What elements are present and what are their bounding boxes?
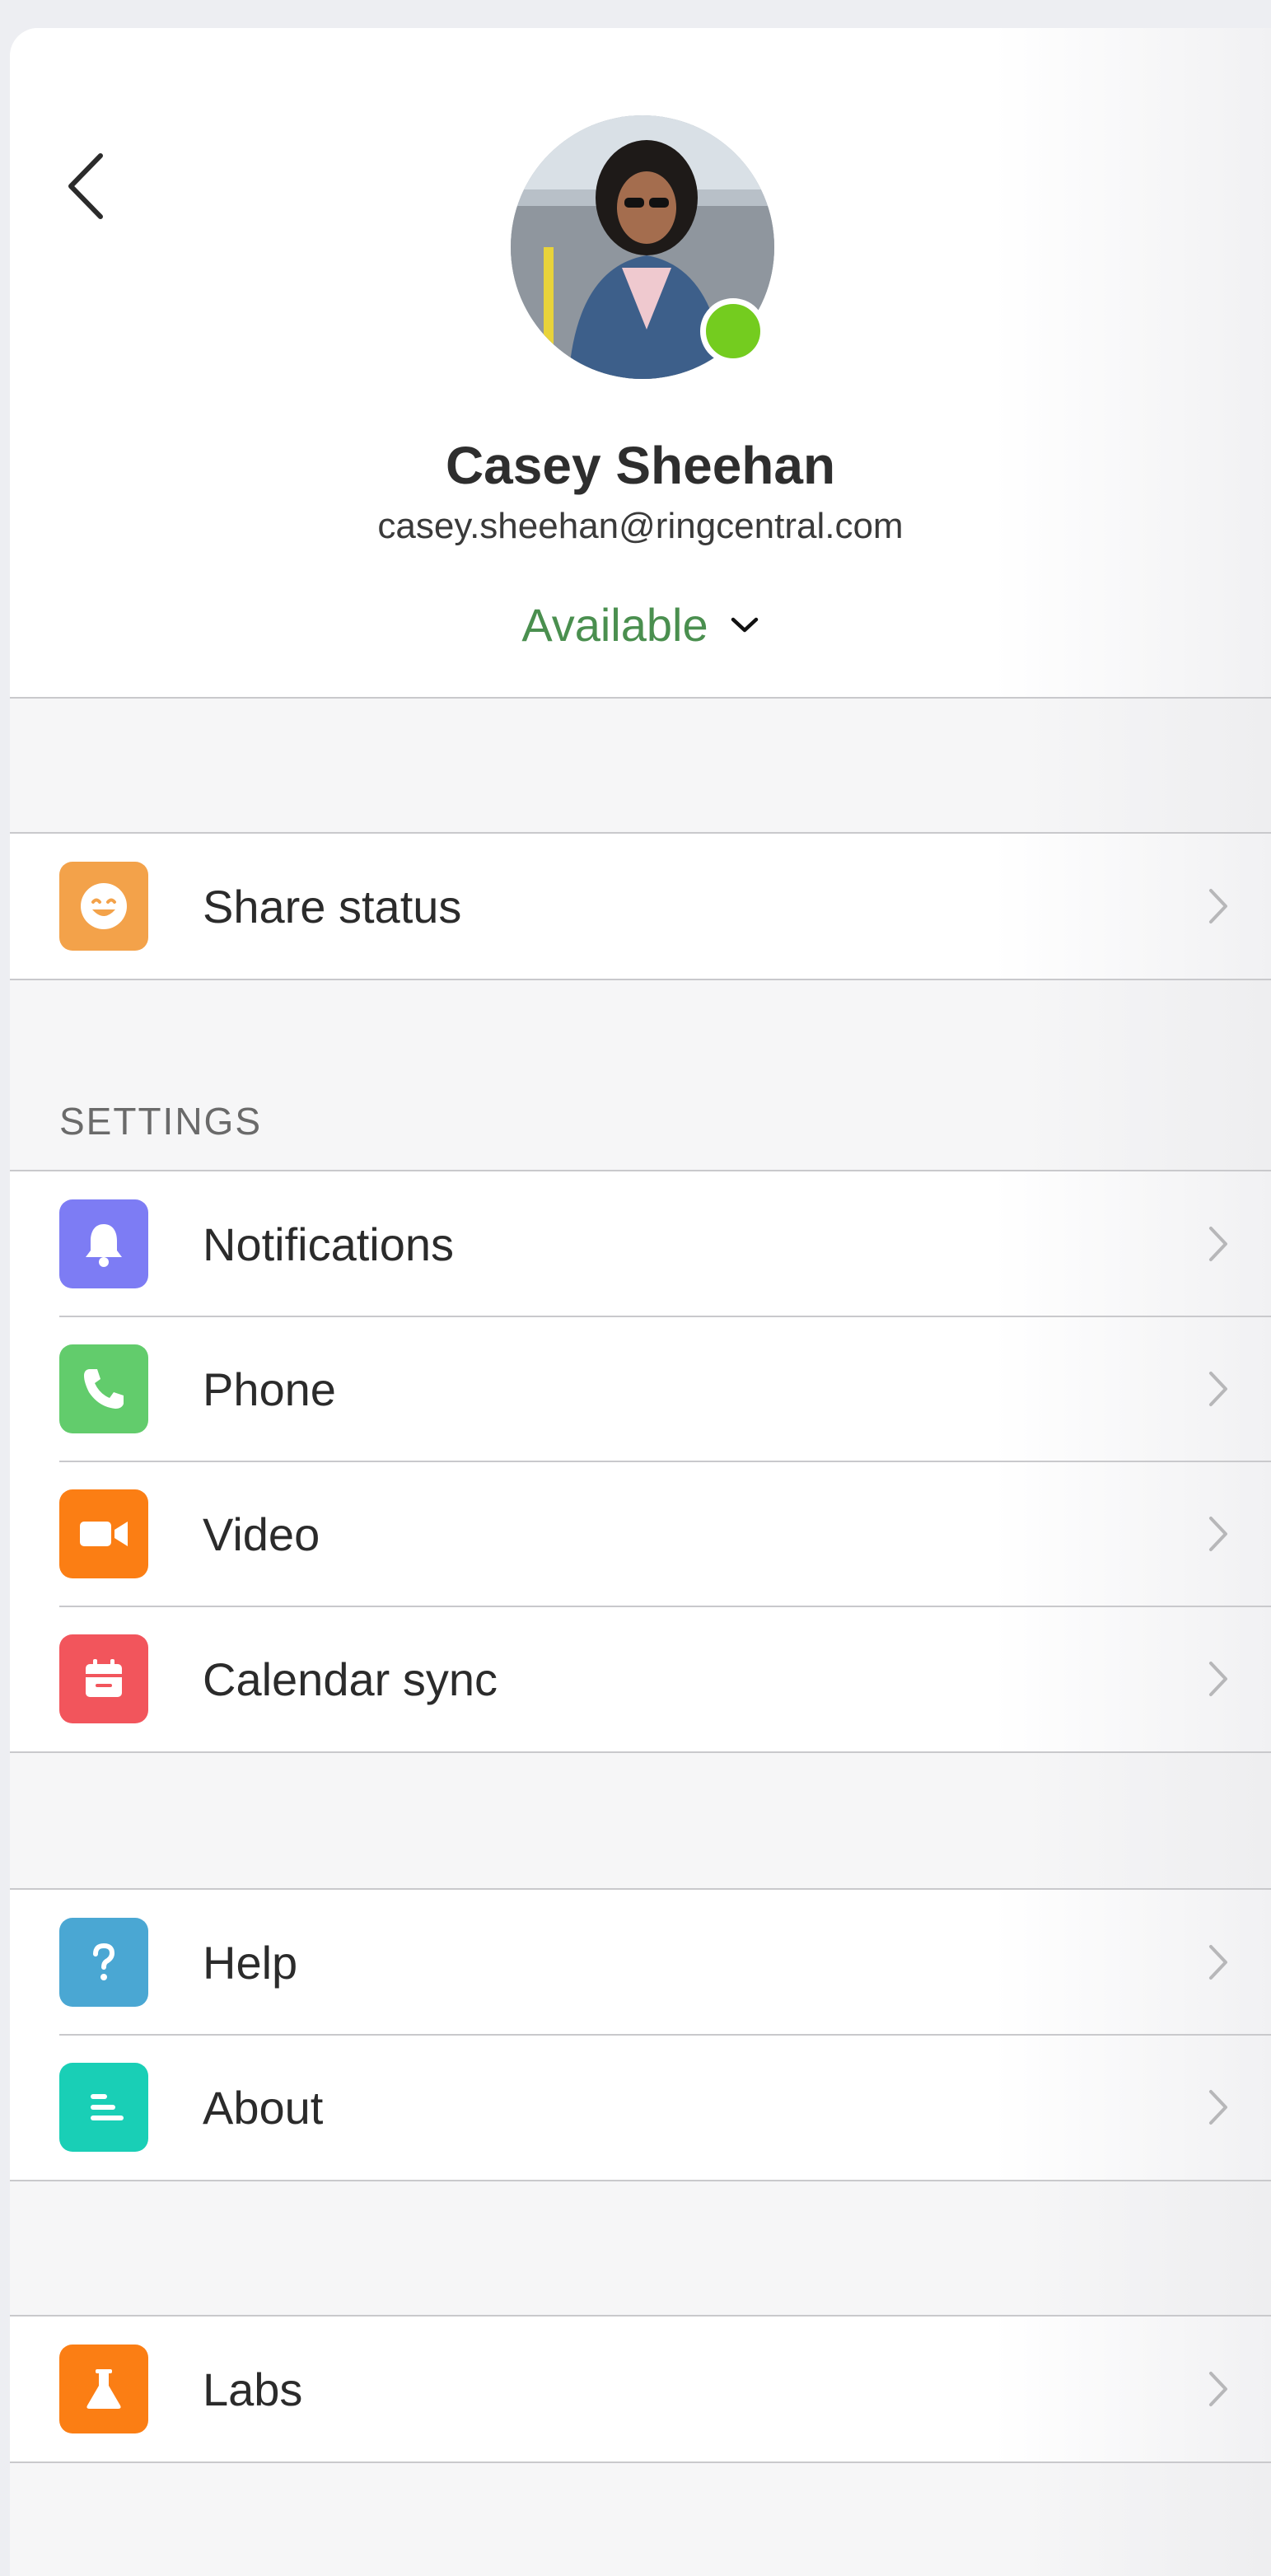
settings-section-title: SETTINGS	[59, 1100, 263, 1143]
video-camera-icon	[80, 1522, 128, 1546]
share-status-group: Share status	[10, 832, 1271, 980]
support-item-about[interactable]: About	[10, 2034, 1271, 2180]
labs-label: Labs	[203, 2363, 303, 2415]
help-tile	[59, 1918, 148, 2007]
chevron-right-icon	[1202, 1938, 1235, 1987]
calendar-sync-tile	[59, 1634, 148, 1723]
labs-row[interactable]: Labs	[10, 2317, 1271, 2461]
support-group: Help About	[10, 1888, 1271, 2181]
settings-item-notifications[interactable]: Notifications	[10, 1171, 1271, 1316]
chevron-right-icon	[1202, 2083, 1235, 2132]
about-lines-icon	[91, 2094, 124, 2120]
settings-item-phone[interactable]: Phone	[10, 1316, 1271, 1461]
help-label: Help	[203, 1936, 298, 1989]
notifications-label: Notifications	[203, 1218, 455, 1270]
smiley-icon	[81, 883, 127, 929]
share-status-label: Share status	[203, 880, 462, 933]
phone-icon	[84, 1369, 124, 1409]
avatar[interactable]	[511, 115, 774, 379]
presence-status-label: Available	[521, 599, 708, 651]
labs-group: Labs	[10, 2315, 1271, 2463]
support-item-help[interactable]: Help	[10, 1890, 1271, 2035]
chevron-right-icon	[1202, 1219, 1235, 1269]
calendar-sync-label: Calendar sync	[203, 1653, 498, 1705]
profile-settings-panel: Casey Sheehan casey.sheehan@ringcentral.…	[10, 28, 1271, 2576]
settings-item-video[interactable]: Video	[10, 1461, 1271, 1606]
profile-email: casey.sheehan@ringcentral.com	[377, 506, 904, 546]
phone-tile	[59, 1344, 148, 1433]
chevron-left-icon	[68, 153, 103, 219]
labs-tile	[59, 2345, 148, 2433]
question-mark-icon	[93, 1943, 115, 1980]
settings-group: Notifications Phone Video Calendar sync	[10, 1170, 1271, 1753]
notifications-tile	[59, 1199, 148, 1288]
chevron-right-icon	[1202, 2364, 1235, 2414]
back-button[interactable]	[54, 153, 120, 219]
share-status-row[interactable]: Share status	[10, 834, 1271, 979]
video-tile	[59, 1489, 148, 1578]
calendar-icon	[86, 1659, 122, 1697]
share-status-tile	[59, 862, 148, 951]
profile-name: Casey Sheehan	[445, 436, 836, 495]
about-tile	[59, 2063, 148, 2152]
flask-icon	[86, 2369, 121, 2409]
chevron-down-icon	[731, 617, 758, 632]
presence-status-dropdown[interactable]: Available	[10, 598, 1271, 652]
phone-label: Phone	[203, 1363, 336, 1415]
settings-item-calendar-sync[interactable]: Calendar sync	[10, 1606, 1271, 1751]
video-label: Video	[203, 1508, 320, 1560]
chevron-right-icon	[1202, 1364, 1235, 1414]
chevron-right-icon	[1202, 881, 1235, 931]
chevron-right-icon	[1202, 1509, 1235, 1559]
bell-icon	[86, 1224, 122, 1267]
profile-header: Casey Sheehan casey.sheehan@ringcentral.…	[10, 28, 1271, 699]
presence-indicator	[700, 298, 766, 364]
about-label: About	[203, 2081, 324, 2134]
chevron-right-icon	[1202, 1654, 1235, 1704]
